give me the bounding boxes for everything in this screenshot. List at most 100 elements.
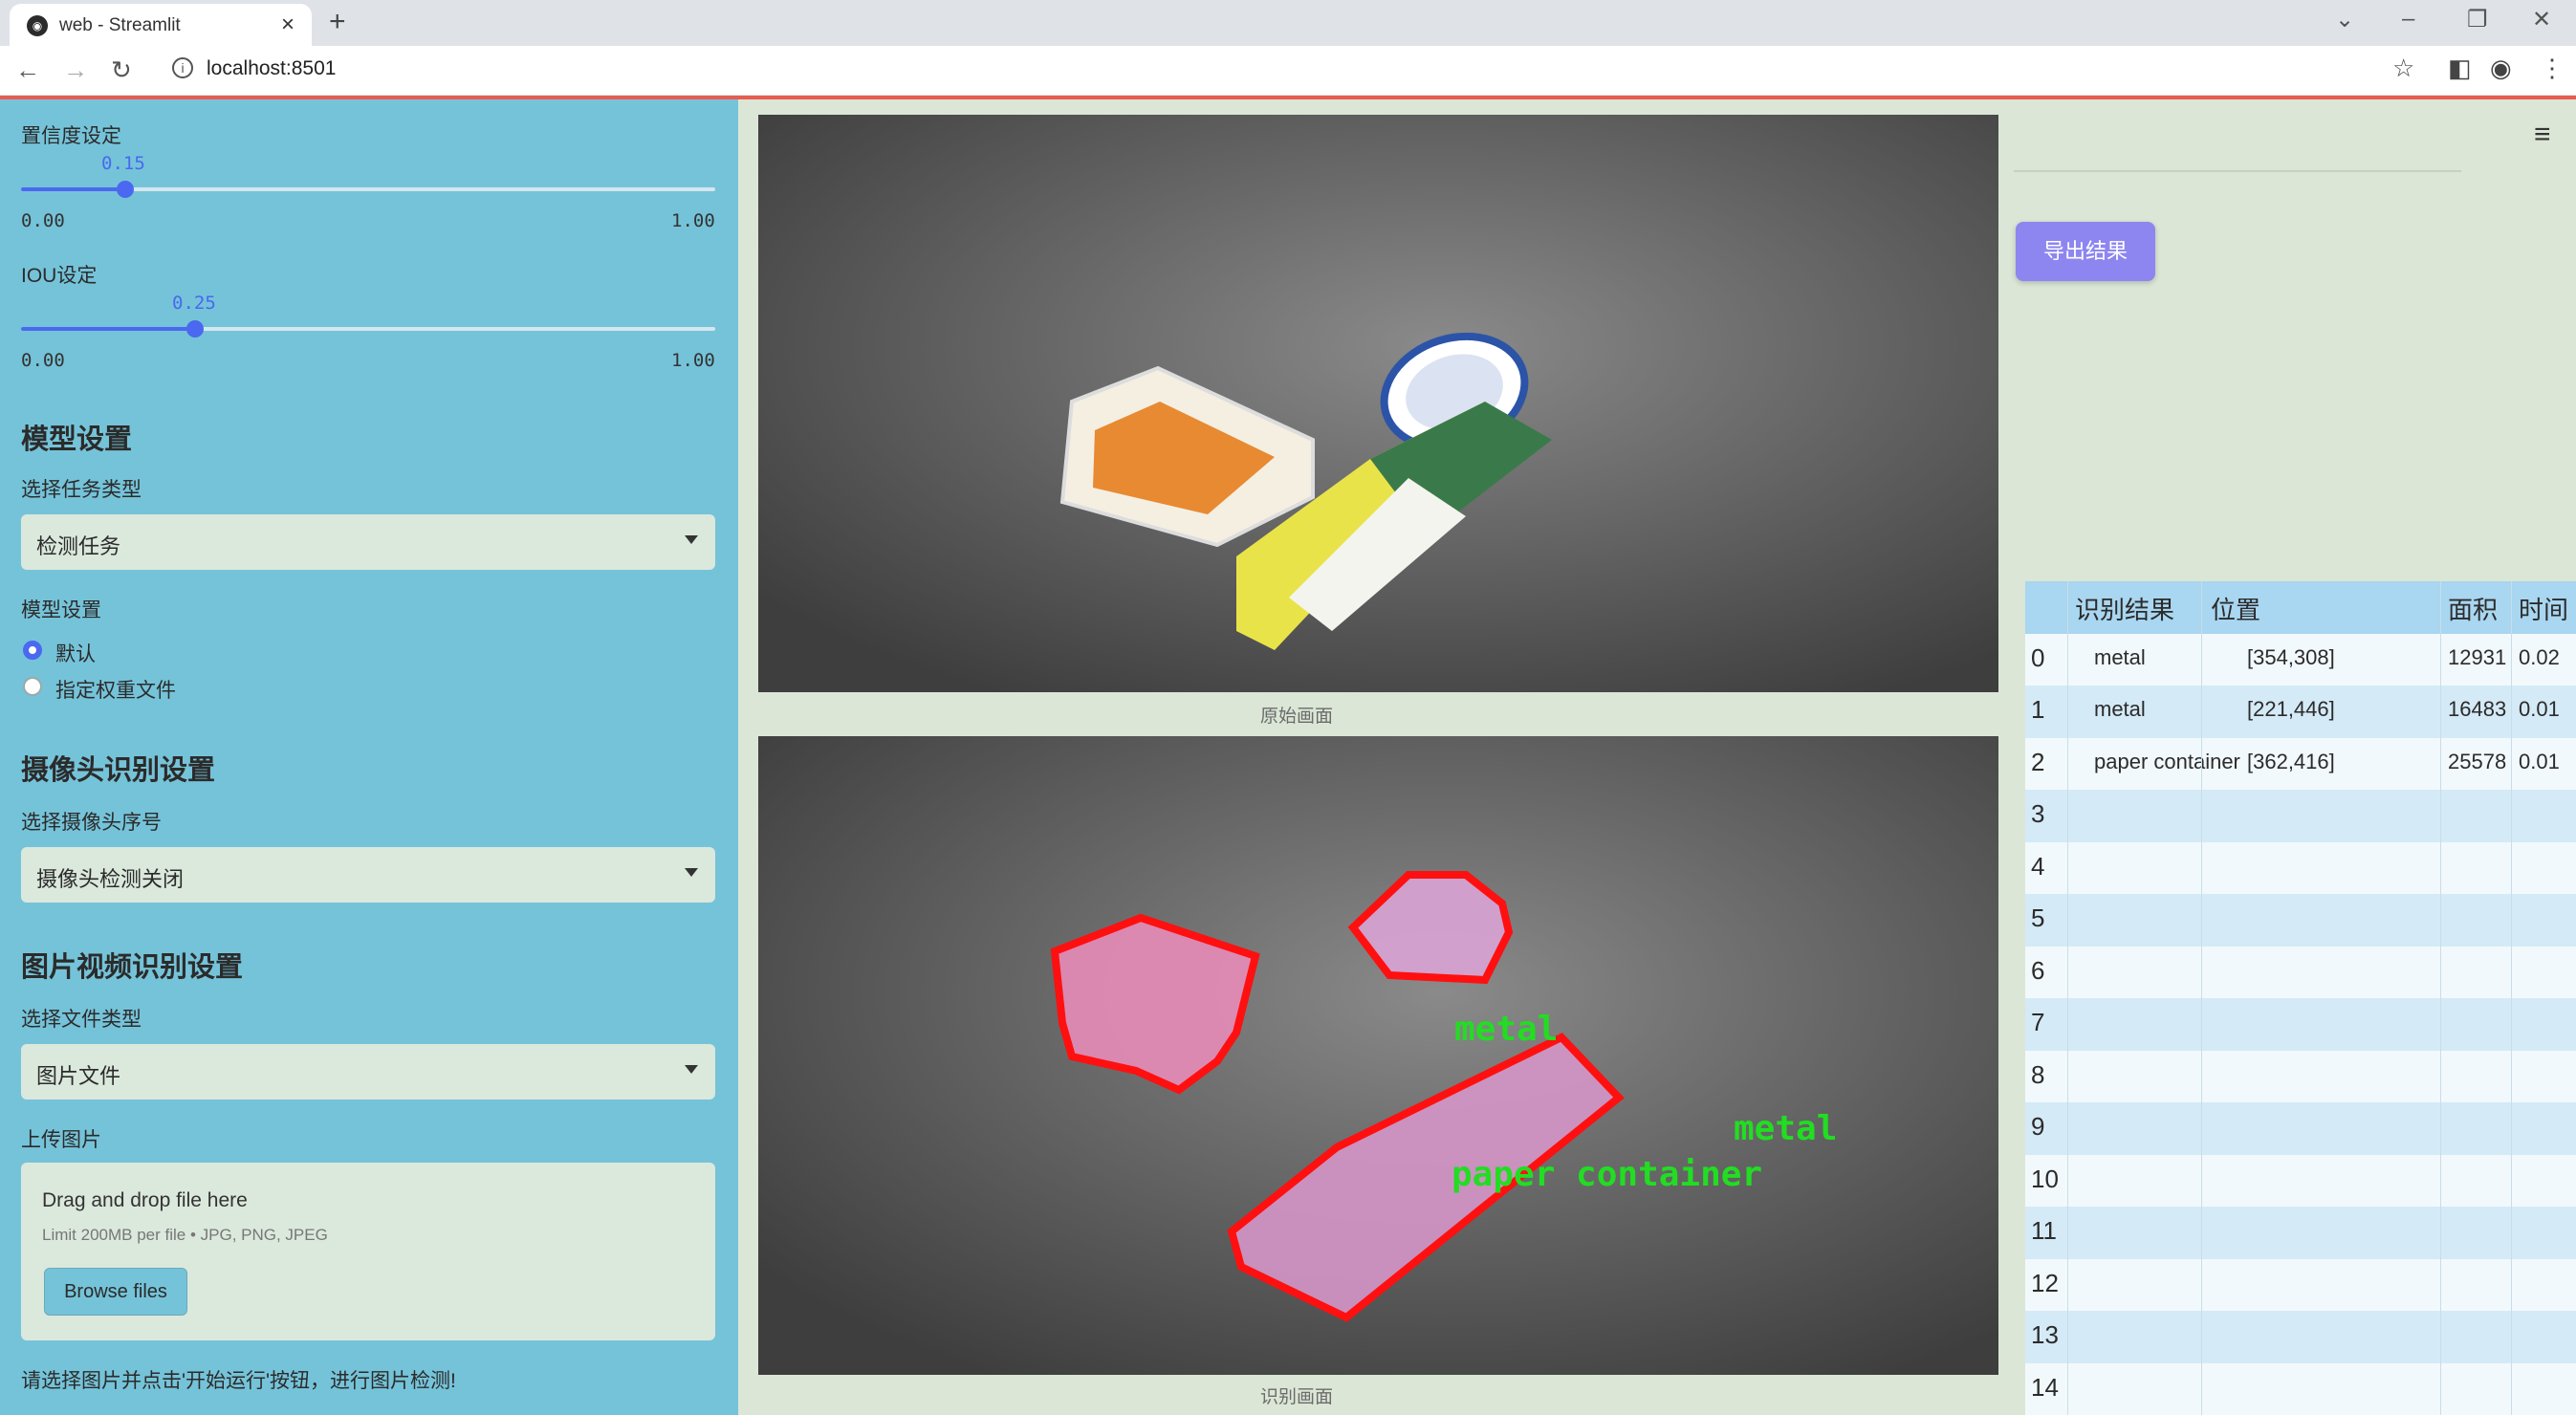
confidence-max: 1.00	[671, 210, 715, 231]
row-index: 8	[2031, 1059, 2045, 1089]
cell-position: [221,446]	[2247, 697, 2335, 721]
table-row[interactable]: 6	[2025, 946, 2576, 998]
browser-toolbar: ← → ↻ i localhost:8501 ☆ ◧ ◉ ⋮	[0, 46, 2576, 96]
detection-scene: metal paper container metal	[758, 736, 1998, 1375]
cell-time: 0.01	[2519, 697, 2560, 721]
table-row[interactable]: 14	[2025, 1362, 2576, 1415]
reload-icon[interactable]: ↻	[111, 55, 132, 85]
profile-avatar-icon[interactable]: ◉	[2490, 54, 2512, 83]
tab-search-icon[interactable]: ⌄	[2335, 6, 2354, 33]
export-results-button[interactable]: 导出结果	[2016, 222, 2155, 281]
new-tab-icon[interactable]: +	[329, 6, 346, 38]
cell-position: [362,416]	[2247, 749, 2335, 773]
label-metal-2: metal	[1454, 1010, 1558, 1049]
header-position[interactable]: 位置	[2211, 591, 2260, 626]
row-index: 5	[2031, 903, 2045, 932]
cell-position: [354,308]	[2247, 644, 2335, 669]
table-row[interactable]: 12	[2025, 1258, 2576, 1311]
browser-tab-bar: ◉ web - Streamlit × + ⌄ – ❐ ✕	[0, 0, 2576, 46]
radio-custom-weights-label: 指定权重文件	[55, 680, 176, 702]
table-row[interactable]: 4	[2025, 841, 2576, 894]
model-settings-title: 模型设置	[21, 424, 133, 455]
table-row[interactable]: 2 paper container [362,416] 25578 0.01	[2025, 737, 2576, 790]
header-time[interactable]: 时间	[2519, 591, 2568, 626]
row-index: 4	[2031, 851, 2045, 881]
column-separator	[2201, 581, 2202, 1415]
upload-label: 上传图片	[21, 1129, 101, 1151]
chevron-down-icon	[685, 868, 698, 877]
row-index: 9	[2031, 1112, 2045, 1141]
cell-result: metal	[2094, 644, 2146, 669]
original-image-caption: 原始画面	[1260, 707, 1334, 727]
restore-icon[interactable]: ❐	[2467, 6, 2488, 33]
table-row[interactable]: 9	[2025, 1102, 2576, 1155]
table-row[interactable]: 1 metal [221,446] 16483 0.01	[2025, 686, 2576, 738]
confidence-min: 0.00	[21, 210, 65, 231]
back-arrow-icon[interactable]: ←	[15, 55, 40, 85]
radio-custom-weights[interactable]	[23, 677, 42, 696]
cell-time: 0.02	[2519, 644, 2560, 669]
column-separator	[2440, 581, 2441, 1415]
iou-slider-fill	[21, 327, 195, 331]
url-text: localhost:8501	[207, 57, 337, 79]
table-row[interactable]: 3	[2025, 790, 2576, 842]
minimize-icon[interactable]: –	[2402, 6, 2414, 33]
iou-max: 1.00	[671, 350, 715, 371]
table-row[interactable]: 13	[2025, 1311, 2576, 1363]
close-window-icon[interactable]: ✕	[2532, 6, 2551, 33]
column-separator	[2067, 581, 2068, 1415]
camera-index-value: 摄像头检测关闭	[36, 867, 185, 891]
browser-menu-icon[interactable]: ⋮	[2540, 54, 2565, 83]
file-type-select[interactable]: 图片文件	[21, 1044, 715, 1099]
table-row[interactable]: 10	[2025, 1154, 2576, 1207]
tab-title: web - Streamlit	[59, 15, 181, 35]
original-scene	[758, 115, 1998, 692]
file-type-label: 选择文件类型	[21, 1009, 142, 1031]
original-image	[758, 115, 1998, 692]
browser-tab[interactable]: ◉ web - Streamlit ×	[10, 4, 312, 46]
iou-slider-thumb[interactable]	[186, 320, 204, 337]
forward-arrow-icon[interactable]: →	[63, 55, 88, 85]
camera-index-select[interactable]: 摄像头检测关闭	[21, 847, 715, 903]
side-panel-icon[interactable]: ◧	[2448, 54, 2472, 83]
results-table[interactable]: 识别结果 位置 面积 时间 0 metal [354,308] 12 9 3 1 0.02 1 m…	[2025, 581, 2576, 1415]
row-index: 6	[2031, 955, 2045, 985]
tab-close-icon[interactable]: ×	[281, 11, 295, 38]
row-index: 0	[2031, 642, 2045, 672]
cell-result: metal	[2094, 697, 2146, 721]
radio-default[interactable]	[23, 641, 42, 660]
media-settings-title: 图片视频识别设置	[21, 952, 244, 983]
header-area[interactable]: 面积	[2448, 591, 2498, 626]
table-row[interactable]: 11	[2025, 1207, 2576, 1259]
row-index: 3	[2031, 799, 2045, 828]
bookmark-star-icon[interactable]: ☆	[2392, 54, 2414, 83]
detection-image: metal paper container metal	[758, 736, 1998, 1375]
row-index: 14	[2031, 1372, 2059, 1402]
row-index: 13	[2031, 1320, 2059, 1349]
task-type-label: 选择任务类型	[21, 479, 142, 501]
file-dropzone[interactable]: Drag and drop file here Limit 200MB per …	[21, 1163, 715, 1340]
row-index: 7	[2031, 1008, 2045, 1036]
row-index: 1	[2031, 695, 2045, 724]
streamlit-favicon-icon: ◉	[27, 15, 48, 36]
address-bar[interactable]: i localhost:8501	[161, 52, 2360, 90]
confidence-value: 0.15	[101, 153, 145, 174]
table-row[interactable]: 8	[2025, 1050, 2576, 1102]
header-result[interactable]: 识别结果	[2075, 591, 2174, 626]
table-row[interactable]: 0 metal [354,308] 12931 0.02	[2025, 633, 2576, 686]
hamburger-menu-icon[interactable]: ≡	[2534, 119, 2551, 151]
cell-area: 16483	[2448, 697, 2507, 721]
iou-slider[interactable]	[21, 320, 715, 337]
site-info-icon[interactable]: i	[172, 57, 193, 78]
row-index: 12	[2031, 1268, 2059, 1297]
browse-files-button[interactable]: Browse files	[44, 1268, 187, 1316]
table-row[interactable]: 5	[2025, 894, 2576, 947]
task-type-select[interactable]: 检测任务	[21, 514, 715, 570]
column-separator	[2511, 581, 2512, 1415]
table-row[interactable]: 7	[2025, 998, 2576, 1051]
camera-index-label: 选择摄像头序号	[21, 812, 162, 834]
confidence-slider-thumb[interactable]	[116, 181, 134, 198]
cell-time: 0.01	[2519, 749, 2560, 773]
confidence-slider[interactable]	[21, 181, 715, 198]
divider	[2014, 170, 2461, 172]
